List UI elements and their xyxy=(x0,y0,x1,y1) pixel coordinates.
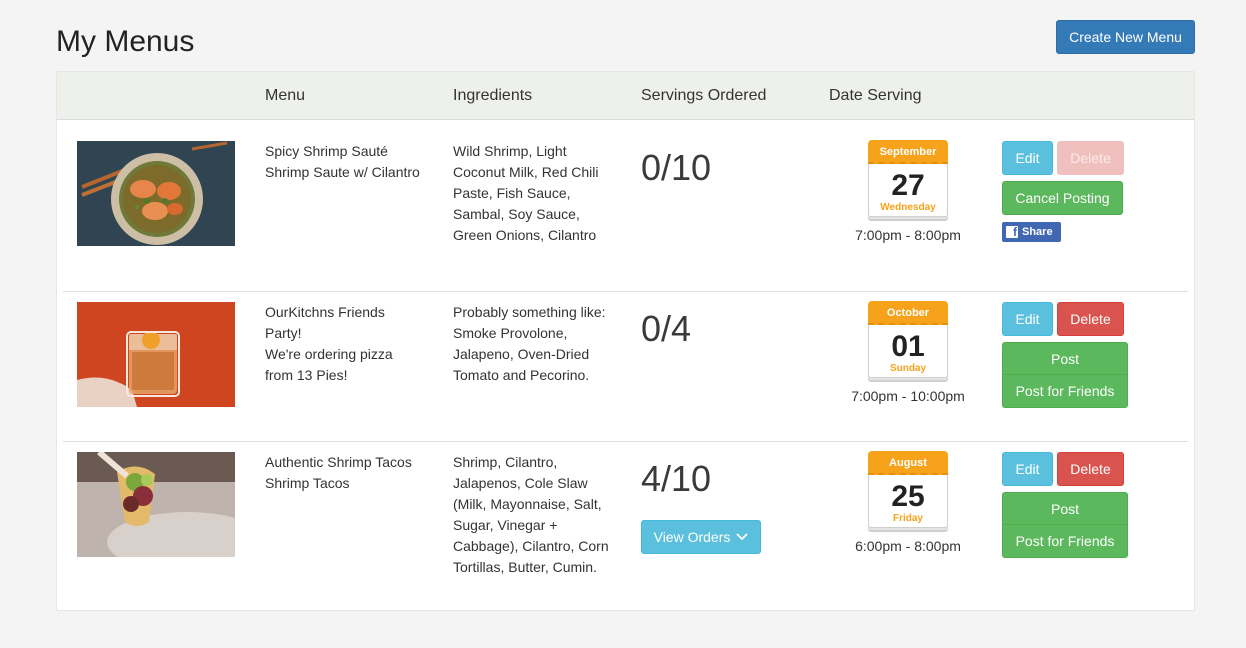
post-button[interactable]: Post xyxy=(1002,342,1128,375)
table-row: OurKitchns Friends Party! We're ordering… xyxy=(57,292,1194,441)
edit-button[interactable]: Edit xyxy=(1002,302,1053,336)
ingredients-list: Probably something like: Smoke Provolone… xyxy=(453,302,606,386)
page: My Menus Create New Menu Menu Ingredient… xyxy=(0,0,1246,648)
ingredients-line: Wild Shrimp, Light xyxy=(453,143,567,159)
create-new-menu-button[interactable]: Create New Menu xyxy=(1056,20,1195,54)
view-orders-label: View Orders xyxy=(653,529,731,545)
ingredients-line: Sambal, Soy Sauce, xyxy=(453,206,580,222)
delete-button[interactable]: Delete xyxy=(1057,141,1124,175)
share-label: Share xyxy=(1022,226,1053,238)
delete-button[interactable]: Delete xyxy=(1057,452,1124,486)
menu-subtitle: We're ordering pizza xyxy=(265,346,393,362)
edit-button[interactable]: Edit xyxy=(1002,452,1053,486)
menu-title: Spicy Shrimp Sauté xyxy=(265,143,388,159)
ingredients-line: Tortillas, Butter, Cumin. xyxy=(453,559,597,575)
page-title: My Menus xyxy=(56,25,195,58)
header-date: Date Serving xyxy=(829,87,922,104)
post-button-group: Post Post for Friends xyxy=(1002,342,1128,409)
ingredients-line: Sugar, Vinegar + xyxy=(453,517,558,533)
calendar-weekday: Sunday xyxy=(889,363,927,374)
servings-ordered: 0/10 xyxy=(641,147,712,188)
servings-ordered: 4/10 xyxy=(641,458,712,499)
calendar-body: 25 Friday xyxy=(868,475,948,528)
ingredients-line: Coconut Milk, Red Chili xyxy=(453,164,599,180)
calendar-day: 25 xyxy=(891,480,925,513)
menus-table: Menu Ingredients Servings Ordered Date S… xyxy=(56,71,1195,611)
menu-subtitle: Shrimp Saute w/ Cilantro xyxy=(265,164,420,180)
chevron-down-icon xyxy=(736,533,749,541)
ingredients-line: Green Onions, Cilantro xyxy=(453,227,597,243)
menu-title: OurKitchns Friends xyxy=(265,304,385,320)
ingredients-line: Tomato and Pecorino. xyxy=(453,367,590,383)
calendar-weekday: Friday xyxy=(892,513,923,524)
calendar-day: 01 xyxy=(891,330,925,363)
post-button-group: Post Post for Friends xyxy=(1002,492,1128,559)
calendar-body: 27 Wednesday xyxy=(868,164,948,217)
cancel-posting-button[interactable]: Cancel Posting xyxy=(1002,181,1123,215)
menu-subtitle: Shrimp Tacos xyxy=(265,475,350,491)
menu-subtitle: from 13 Pies! xyxy=(265,367,348,383)
table-header: Menu Ingredients Servings Ordered Date S… xyxy=(57,72,1194,120)
header-servings: Servings Ordered xyxy=(641,87,767,104)
menu-title: Authentic Shrimp Tacos xyxy=(265,454,412,470)
menu-image-friends-party[interactable] xyxy=(77,302,235,407)
post-for-friends-button[interactable]: Post for Friends xyxy=(1002,375,1128,408)
ingredients-line: (Milk, Mayonnaise, Salt, xyxy=(453,496,602,512)
menu-name: OurKitchns Friends Party! We're ordering… xyxy=(265,302,393,386)
calendar-month: September xyxy=(868,140,948,164)
calendar-badge: September 27 Wednesday xyxy=(868,140,948,223)
ingredients-line: Jalapenos, Cole Slaw xyxy=(453,475,588,491)
table-row: Spicy Shrimp Sauté Shrimp Saute w/ Cilan… xyxy=(57,121,1194,291)
calendar-body: 01 Sunday xyxy=(868,325,948,378)
header-menu: Menu xyxy=(265,87,306,104)
menu-name: Spicy Shrimp Sauté Shrimp Saute w/ Cilan… xyxy=(265,141,420,183)
edit-button[interactable]: Edit xyxy=(1002,141,1053,175)
calendar-month: October xyxy=(868,301,948,325)
calendar-weekday: Wednesday xyxy=(880,202,936,213)
ingredients-line: Cabbage), Cilantro, Corn xyxy=(453,538,609,554)
calendar-badge: October 01 Sunday xyxy=(868,301,948,384)
facebook-share-button[interactable]: f Share xyxy=(1002,222,1061,242)
menu-name: Authentic Shrimp Tacos Shrimp Tacos xyxy=(265,452,412,494)
ingredients-list: Shrimp, Cilantro, Jalapenos, Cole Slaw (… xyxy=(453,452,609,578)
header-ingredients: Ingredients xyxy=(453,87,533,104)
serving-time: 7:00pm - 10:00pm xyxy=(851,388,965,404)
ingredients-line: Jalapeno, Oven-Dried xyxy=(453,346,590,362)
ingredients-line: Smoke Provolone, xyxy=(453,325,568,341)
serving-time: 6:00pm - 8:00pm xyxy=(855,538,961,554)
ingredients-line: Paste, Fish Sauce, xyxy=(453,185,571,201)
table-row: Authentic Shrimp Tacos Shrimp Tacos Shri… xyxy=(57,442,1194,610)
post-button[interactable]: Post xyxy=(1002,492,1128,525)
view-orders-button[interactable]: View Orders xyxy=(641,520,761,554)
servings-ordered: 0/4 xyxy=(641,308,692,349)
serving-time: 7:00pm - 8:00pm xyxy=(855,227,961,243)
ingredients-list: Wild Shrimp, Light Coconut Milk, Red Chi… xyxy=(453,141,599,246)
facebook-icon: f xyxy=(1006,226,1018,238)
delete-button[interactable]: Delete xyxy=(1057,302,1124,336)
menu-image-shrimp-saute[interactable] xyxy=(77,141,235,246)
menu-image-shrimp-tacos[interactable] xyxy=(77,452,235,557)
ingredients-line: Shrimp, Cilantro, xyxy=(453,454,558,470)
calendar-day: 27 xyxy=(891,169,925,202)
post-for-friends-button[interactable]: Post for Friends xyxy=(1002,525,1128,558)
calendar-month: August xyxy=(868,451,948,475)
ingredients-line: Probably something like: xyxy=(453,304,606,320)
menu-title: Party! xyxy=(265,325,302,341)
calendar-badge: August 25 Friday xyxy=(868,451,948,534)
